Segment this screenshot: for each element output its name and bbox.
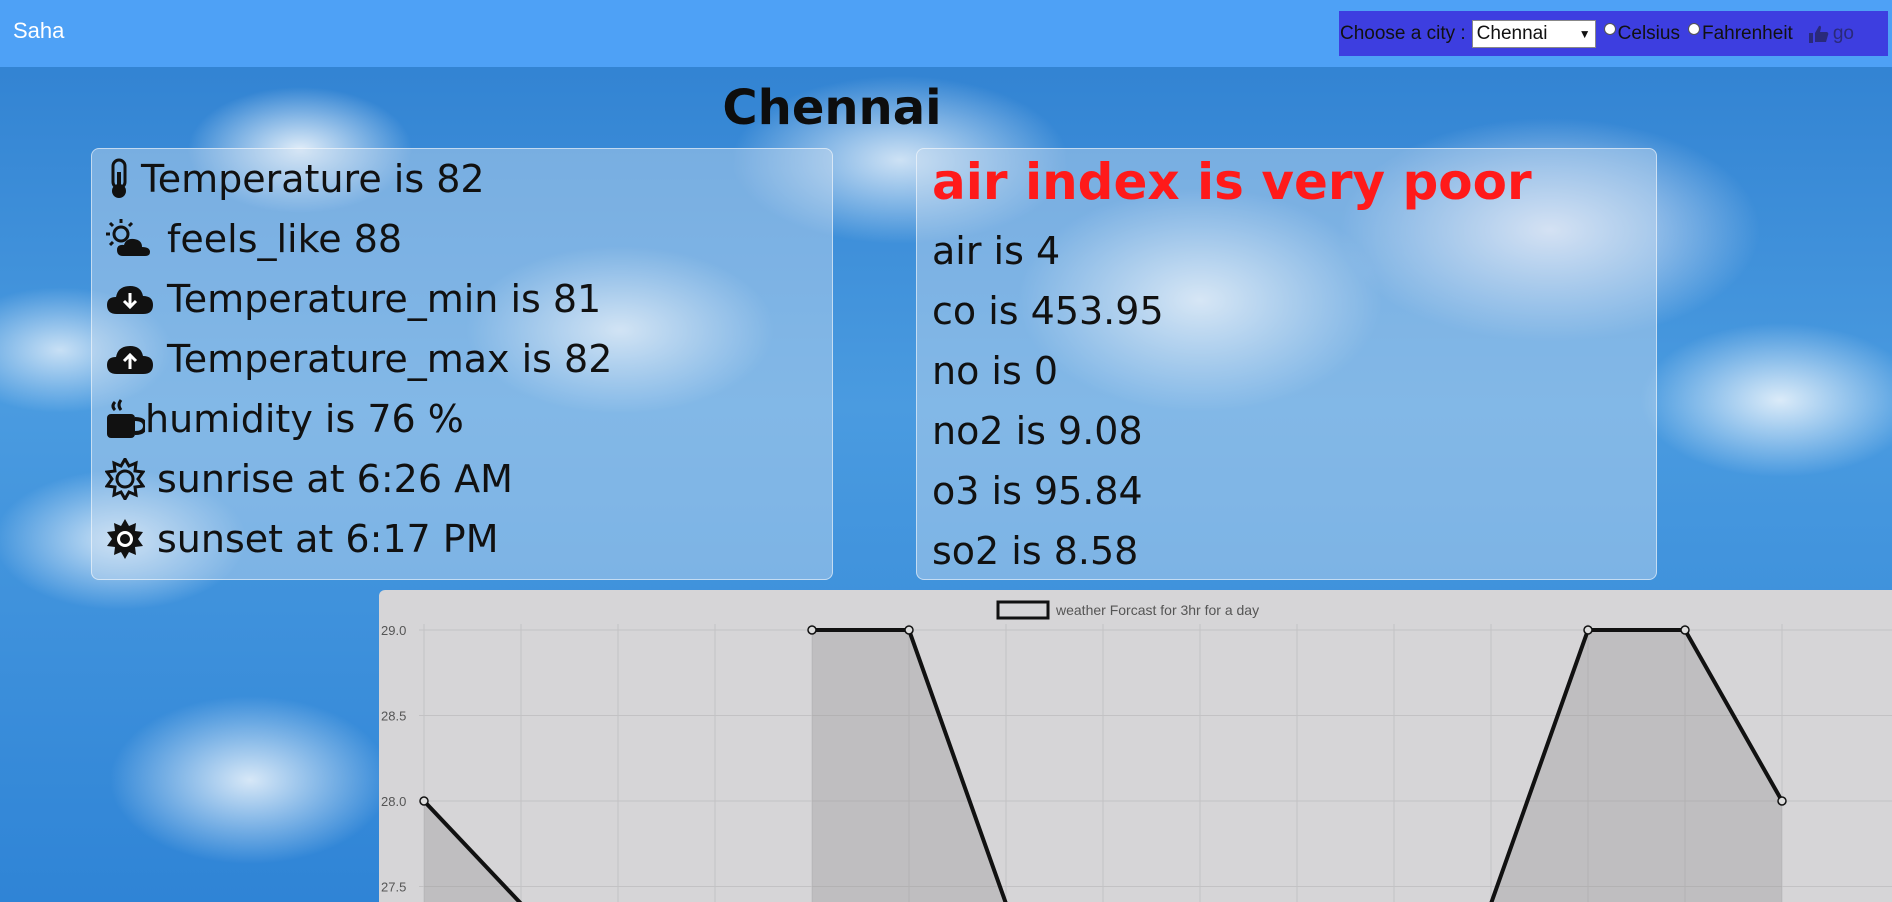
no-value: no is 0 bbox=[932, 349, 1059, 393]
no2-value: no2 is 9.08 bbox=[932, 409, 1143, 453]
thermometer-icon bbox=[111, 158, 127, 198]
celsius-label: Celsius bbox=[1617, 22, 1680, 44]
data-point bbox=[1777, 796, 1787, 806]
city-select-value: Chennai bbox=[1476, 22, 1548, 44]
sunrise-text: sunrise at 6:26 AM bbox=[157, 457, 513, 501]
sunset-line: sunset at 6:17 PM bbox=[105, 517, 499, 561]
y-tick-label: 27.5 bbox=[381, 880, 406, 895]
temp-min-line: Temperature_min is 81 bbox=[105, 277, 601, 321]
page-title: Chennai bbox=[722, 80, 942, 136]
feels-like-line: feels_like 88 bbox=[105, 217, 402, 261]
y-tick-label: 29.0 bbox=[381, 623, 406, 638]
thumbs-up-icon bbox=[1808, 25, 1829, 43]
sun-outline-icon bbox=[105, 458, 145, 500]
humidity-line: humidity is 76 % bbox=[105, 397, 464, 441]
go-label: go bbox=[1832, 22, 1854, 44]
cloud-download-icon bbox=[107, 286, 153, 314]
co-value: co is 453.95 bbox=[932, 289, 1164, 333]
fahrenheit-label: Fahrenheit bbox=[1701, 22, 1793, 44]
city-select[interactable]: Chennai ▼ bbox=[1471, 19, 1596, 48]
forecast-chart-svg: 29.0 28.5 28.0 27.5 weather Forcast for 3hr… bbox=[381, 600, 1892, 902]
forecast-chart: 29.0 28.5 28.0 27.5 weather Forcast for 3hr… bbox=[379, 590, 1892, 902]
legend-label: weather Forcast for 3hr for a day bbox=[1055, 602, 1259, 618]
y-tick-label: 28.0 bbox=[381, 794, 406, 809]
humidity-text: humidity is 76 % bbox=[145, 397, 464, 441]
city-controls: Choose a city : Chennai ▼ Celsius Fahren… bbox=[1339, 11, 1888, 56]
fahrenheit-radio[interactable] bbox=[1687, 22, 1700, 35]
temperature-text: Temperature is 82 bbox=[141, 157, 485, 201]
data-point bbox=[1680, 625, 1690, 635]
legend-swatch[interactable] bbox=[996, 600, 1050, 620]
feels-like-text: feels_like 88 bbox=[167, 217, 403, 261]
top-navbar: Saha Choose a city : Chennai ▼ Celsius F… bbox=[0, 0, 1892, 67]
go-button[interactable]: go bbox=[1808, 22, 1854, 45]
air-quality-card: air index is very poor air is 4 co is 45… bbox=[916, 148, 1657, 580]
temp-max-text: Temperature_max is 82 bbox=[167, 337, 613, 381]
series-area bbox=[1491, 630, 1782, 902]
sunset-text: sunset at 6:17 PM bbox=[157, 517, 499, 561]
chevron-down-icon: ▼ bbox=[1578, 26, 1591, 41]
o3-value: o3 is 95.84 bbox=[932, 469, 1143, 513]
data-point bbox=[807, 625, 817, 635]
temp-min-text: Temperature_min is 81 bbox=[167, 277, 602, 321]
series-area bbox=[812, 630, 1006, 902]
mug-icon bbox=[107, 399, 145, 438]
temperature-line: Temperature is 82 bbox=[105, 157, 485, 201]
sun-cloud-icon bbox=[106, 219, 150, 256]
cloud-upload-icon bbox=[107, 346, 153, 374]
air-value: air is 4 bbox=[932, 229, 1061, 273]
y-tick-label: 28.5 bbox=[381, 709, 406, 724]
temp-max-line: Temperature_max is 82 bbox=[105, 337, 612, 381]
air-index-title: air index is very poor bbox=[932, 153, 1532, 211]
weather-card: Temperature is 82 feels_like 88 Temperat… bbox=[91, 148, 833, 580]
data-point bbox=[904, 625, 914, 635]
so2-value: so2 is 8.58 bbox=[932, 529, 1139, 573]
sun-solid-icon bbox=[107, 519, 143, 559]
city-label: Choose a city : bbox=[1340, 22, 1466, 44]
brand-name[interactable]: Saha bbox=[13, 18, 64, 44]
sunrise-line: sunrise at 6:26 AM bbox=[105, 457, 513, 501]
data-point bbox=[1583, 625, 1593, 635]
celsius-radio[interactable] bbox=[1603, 22, 1616, 35]
data-point bbox=[419, 796, 429, 806]
